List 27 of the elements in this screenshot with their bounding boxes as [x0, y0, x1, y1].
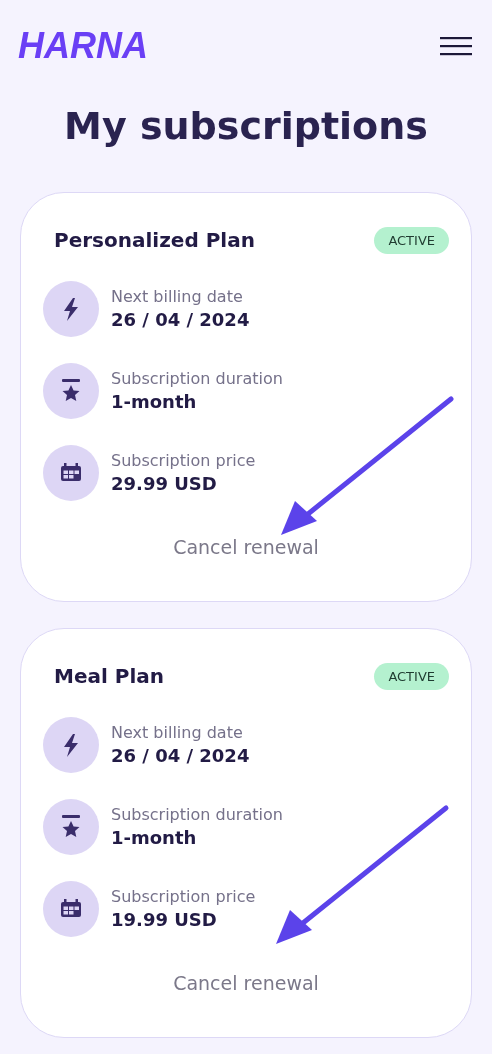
status-badge: ACTIVE [374, 662, 449, 690]
cancel-renewal-link[interactable]: Cancel renewal [173, 971, 319, 994]
detail-value: 19.99 USD [111, 909, 218, 931]
detail-label: Next billing date [111, 287, 244, 307]
detail-value: 29.99 USD [111, 473, 218, 495]
logo[interactable]: HARNA [18, 25, 148, 67]
detail-value: 26 / 04 / 2024 [111, 309, 250, 331]
star-medal-icon [43, 798, 99, 855]
detail-label: Subscription duration [111, 805, 283, 825]
detail-value: 1-month [111, 827, 198, 849]
cancel-renewal-link[interactable]: Cancel renewal [173, 535, 319, 558]
detail-label: Subscription price [111, 887, 256, 907]
plan-name: Meal Plan [54, 664, 165, 689]
status-badge: ACTIVE [374, 226, 449, 254]
detail-label: Next billing date [111, 723, 244, 743]
menu-icon[interactable] [440, 36, 472, 56]
detail-value: 1-month [111, 391, 198, 413]
star-medal-icon [43, 362, 99, 419]
plan-name: Personalized Plan [54, 228, 255, 253]
detail-value: 26 / 04 / 2024 [111, 745, 250, 767]
page-title: My subscriptions [63, 104, 429, 150]
detail-label: Subscription price [111, 451, 256, 471]
detail-label: Subscription duration [111, 369, 283, 389]
lightning-icon [43, 716, 99, 773]
calendar-icon [43, 880, 99, 937]
lightning-icon [43, 280, 99, 337]
calendar-icon [43, 444, 99, 501]
